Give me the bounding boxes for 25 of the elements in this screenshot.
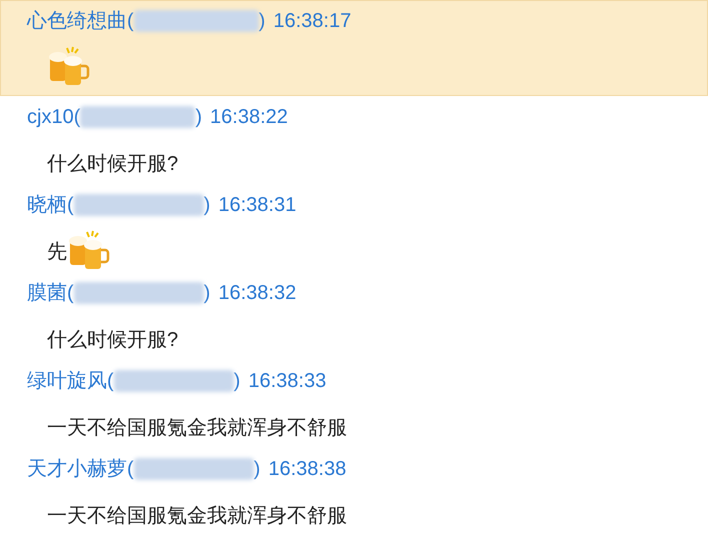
beer-mugs-icon xyxy=(67,229,111,271)
message-time: 16:38:17 xyxy=(273,9,352,34)
message-text: 先 xyxy=(47,240,67,265)
sender-name: 膜菌( xyxy=(27,281,74,306)
paren: ) xyxy=(204,193,210,218)
beer-mugs-icon xyxy=(47,45,91,87)
message-text: 一天不给国服氪金我就浑身不舒服 xyxy=(47,504,347,529)
paren: ) xyxy=(195,105,202,130)
message-time: 16:38:38 xyxy=(268,457,346,482)
paren: ) xyxy=(204,281,210,306)
message-time: 16:38:31 xyxy=(218,193,296,218)
paren: ) xyxy=(254,457,260,482)
paren: ) xyxy=(234,369,240,394)
message-text: 什么时候开服? xyxy=(47,328,178,353)
sender-name: 心色绮想曲( xyxy=(27,9,134,34)
message-time: 16:38:32 xyxy=(218,281,296,306)
message-text: 一天不给国服氪金我就浑身不舒服 xyxy=(47,416,347,441)
sender-name: 天才小赫萝( xyxy=(27,457,134,482)
paren: ) xyxy=(258,9,266,34)
message-text: 什么时候开服? xyxy=(47,152,178,177)
message-time: 16:38:22 xyxy=(210,105,288,130)
message-time: 16:38:33 xyxy=(248,369,326,394)
sender-name: 晓栖( xyxy=(27,193,74,218)
sender-name: cjx10( xyxy=(27,105,80,130)
sender-name: 绿叶旋风( xyxy=(27,369,114,394)
